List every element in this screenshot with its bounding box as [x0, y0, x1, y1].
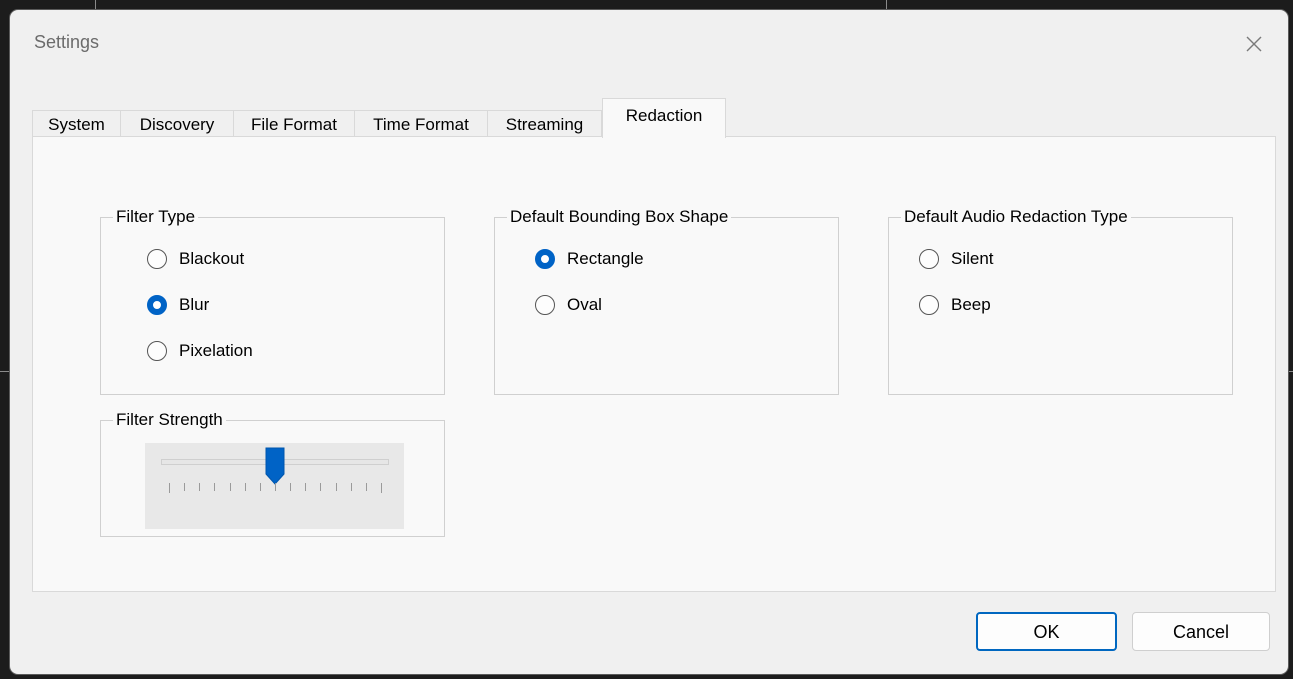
- tab-redaction[interactable]: Redaction: [602, 98, 726, 138]
- close-button[interactable]: [1238, 28, 1270, 60]
- tab-discovery[interactable]: Discovery: [120, 110, 234, 137]
- radio-indicator: [147, 249, 167, 269]
- filter-type-label: Filter Type: [113, 207, 199, 227]
- radio-indicator: [147, 341, 167, 361]
- filter-type-group: Filter Type Blackout Blur Pixelation: [100, 207, 445, 395]
- radio-label: Rectangle: [567, 249, 644, 268]
- slider-tick: [184, 483, 186, 491]
- bounding-box-group: Default Bounding Box Shape Rectangle Ova…: [494, 207, 839, 395]
- radio-beep[interactable]: Beep: [919, 293, 991, 317]
- tab-streaming[interactable]: Streaming: [487, 110, 602, 137]
- slider-tick: [199, 483, 201, 491]
- slider-thumb-icon: [265, 447, 285, 485]
- tab-system[interactable]: System: [32, 110, 121, 137]
- radio-label: Blur: [179, 295, 210, 314]
- desktop-line: [886, 0, 887, 10]
- slider-tick: [320, 483, 322, 491]
- cancel-button[interactable]: Cancel: [1132, 612, 1270, 651]
- radio-label: Silent: [951, 249, 994, 268]
- ok-button[interactable]: OK: [976, 612, 1117, 651]
- radio-label: Pixelation: [179, 341, 253, 360]
- radio-indicator: [535, 295, 555, 315]
- desktop-line: [0, 371, 10, 372]
- radio-silent[interactable]: Silent: [919, 247, 994, 271]
- desktop-line: [95, 0, 96, 10]
- title-bar[interactable]: Settings: [10, 10, 1288, 76]
- audio-redaction-group: Default Audio Redaction Type Silent Beep: [888, 207, 1233, 395]
- slider-tick: [275, 483, 276, 491]
- slider-thumb[interactable]: [265, 447, 285, 485]
- slider-tick: [229, 483, 231, 491]
- desktop-line: [1288, 371, 1293, 372]
- radio-label: Beep: [951, 295, 991, 314]
- slider-tick: [169, 483, 170, 493]
- slider-tick: [214, 483, 216, 491]
- window-title: Settings: [34, 32, 100, 52]
- radio-pixelation[interactable]: Pixelation: [147, 339, 253, 363]
- close-icon: [1246, 36, 1262, 52]
- audio-redaction-label: Default Audio Redaction Type: [901, 207, 1131, 227]
- slider-tick: [244, 483, 246, 491]
- slider-tick: [365, 483, 367, 491]
- radio-oval[interactable]: Oval: [535, 293, 602, 317]
- tab-file-format[interactable]: File Format: [233, 110, 355, 137]
- radio-blur[interactable]: Blur: [147, 293, 209, 317]
- slider-tick: [259, 483, 261, 491]
- radio-label: Blackout: [179, 249, 245, 268]
- slider-tick: [335, 483, 337, 491]
- radio-rectangle[interactable]: Rectangle: [535, 247, 644, 271]
- filter-strength-slider[interactable]: [145, 443, 404, 529]
- radio-indicator-checked: [535, 249, 555, 269]
- filter-strength-group: Filter Strength: [100, 410, 445, 537]
- slider-tick: [350, 483, 352, 491]
- settings-dialog: Settings System Discovery File Format Ti…: [10, 10, 1288, 674]
- slider-tick: [290, 483, 292, 491]
- radio-indicator-checked: [147, 295, 167, 315]
- tab-time-format[interactable]: Time Format: [354, 110, 488, 137]
- bounding-box-label: Default Bounding Box Shape: [507, 207, 732, 227]
- slider-tick: [305, 483, 307, 491]
- filter-strength-label: Filter Strength: [113, 410, 226, 430]
- radio-label: Oval: [567, 295, 602, 314]
- radio-blackout[interactable]: Blackout: [147, 247, 244, 271]
- slider-tick: [381, 483, 382, 493]
- radio-indicator: [919, 295, 939, 315]
- radio-indicator: [919, 249, 939, 269]
- redaction-panel: Filter Type Blackout Blur Pixelation Def…: [32, 136, 1276, 592]
